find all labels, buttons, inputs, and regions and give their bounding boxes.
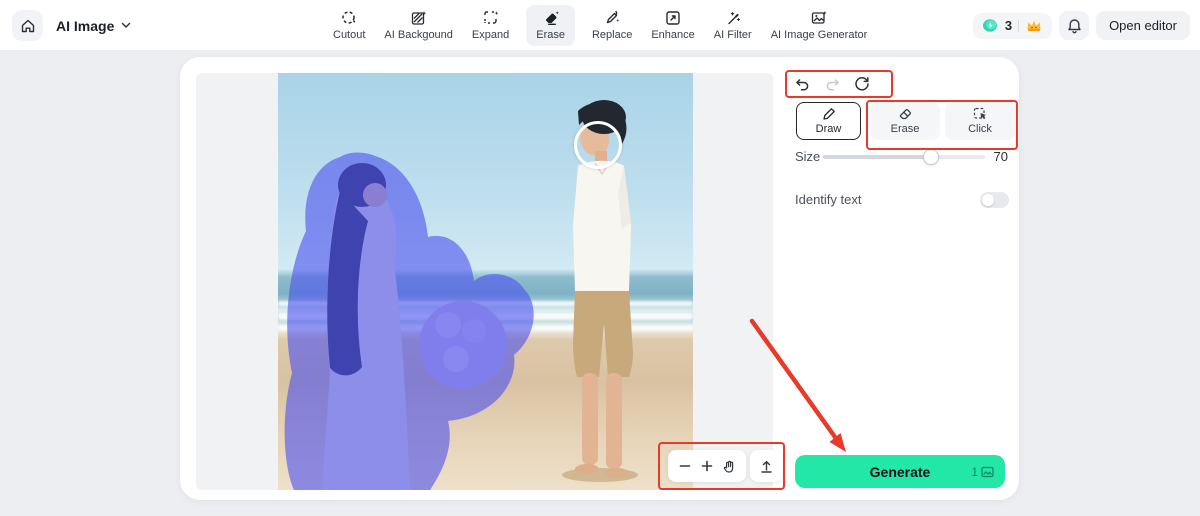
erase-icon [543, 10, 559, 26]
tab-label: Erase [536, 29, 565, 41]
chevron-down-icon [121, 22, 131, 29]
bell-icon [1067, 18, 1082, 34]
upload-icon [759, 459, 774, 474]
tab-ai-filter[interactable]: AI Filter [712, 5, 754, 46]
reset-button[interactable] [853, 75, 871, 93]
brush-cursor-circle [574, 121, 622, 169]
reset-icon [854, 76, 870, 92]
cutout-icon [341, 10, 357, 26]
redo-button[interactable] [823, 75, 841, 93]
slider-fill [823, 155, 931, 159]
brush-size-slider[interactable] [823, 149, 985, 165]
tab-ai-image-generator[interactable]: AI Image Generator [769, 5, 870, 46]
open-editor-button[interactable]: Open editor [1096, 11, 1190, 40]
coin-icon [982, 18, 999, 33]
brand-label: AI Image [56, 17, 115, 34]
slider-handle[interactable] [923, 149, 939, 165]
enhance-icon [665, 10, 681, 26]
pan-hand-icon [722, 459, 736, 474]
home-button[interactable] [12, 10, 43, 41]
zoom-out-icon [678, 459, 692, 473]
ai-image-generator-icon [811, 10, 827, 26]
crown-icon [1025, 18, 1043, 33]
tab-enhance[interactable]: Enhance [649, 5, 696, 46]
eraser-icon [898, 107, 913, 121]
canvas-zoom-controls [668, 450, 746, 482]
tools-toolbar: Cutout AI Backgound Expand Erase Replace… [331, 0, 869, 51]
image-canvas[interactable] [196, 73, 773, 490]
tab-erase[interactable]: Erase [526, 5, 575, 46]
credits-pill[interactable]: 3 [972, 12, 1053, 39]
identify-text-toggle[interactable] [980, 192, 1009, 208]
tab-ai-background[interactable]: AI Backgound [382, 5, 455, 46]
tab-label: Enhance [651, 29, 695, 41]
tab-label: Replace [591, 29, 633, 41]
mode-click-button[interactable]: Click [945, 102, 1015, 140]
home-icon [20, 18, 36, 34]
app-screen: AI Image Cutout AI Backgound Expand Eras… [0, 0, 1200, 516]
tab-label: Cutout [333, 29, 366, 41]
mode-draw-button[interactable]: Draw [796, 102, 861, 140]
tab-label: AI Filter [713, 29, 752, 41]
zoom-in-icon [700, 459, 714, 473]
mode-label: Erase [890, 123, 920, 135]
tab-cutout[interactable]: Cutout [331, 5, 367, 46]
brush-icon [822, 107, 836, 121]
tab-label: Expand [471, 29, 510, 41]
ai-filter-icon [725, 10, 741, 26]
expand-icon [483, 10, 499, 26]
size-value: 70 [993, 149, 1008, 164]
pan-tool-button[interactable] [718, 454, 740, 478]
replace-icon [604, 10, 620, 26]
click-select-icon [973, 107, 988, 121]
photo-beach-couple [278, 73, 693, 490]
undo-icon [794, 77, 811, 91]
ai-background-icon [411, 10, 427, 26]
upload-image-button[interactable] [750, 450, 782, 482]
size-label: Size [795, 149, 821, 164]
zoom-in-button[interactable] [696, 454, 718, 478]
ai-image-menu[interactable]: AI Image [56, 0, 131, 51]
credits-count: 3 [1004, 18, 1013, 33]
mode-label: Draw [815, 123, 842, 135]
identify-text-label: Identify text [795, 192, 862, 207]
redo-icon [824, 77, 841, 91]
notifications-button[interactable] [1059, 11, 1090, 40]
history-controls [793, 75, 871, 93]
editor-card: Draw Erase Click Size 70 Identify text G… [180, 57, 1019, 500]
photo-figures [284, 100, 638, 490]
generate-cost: 1 [971, 455, 994, 488]
divider [1018, 19, 1020, 32]
tab-label: AI Backgound [384, 29, 453, 41]
credit-image-icon [981, 466, 994, 478]
undo-button[interactable] [793, 75, 811, 93]
erase-mask-region [284, 152, 534, 490]
tab-expand[interactable]: Expand [470, 5, 511, 46]
tab-replace[interactable]: Replace [590, 5, 634, 46]
top-bar: AI Image Cutout AI Backgound Expand Eras… [0, 0, 1200, 51]
topbar-right-cluster: 3 Open editor [972, 0, 1190, 51]
generate-cost-value: 1 [971, 464, 978, 479]
toggle-knob [982, 194, 994, 206]
mode-erase-button[interactable]: Erase [870, 102, 940, 140]
tab-label: AI Image Generator [770, 29, 868, 41]
zoom-out-button[interactable] [674, 454, 696, 478]
mode-label: Click [968, 123, 992, 135]
generate-button[interactable]: Generate 1 [795, 455, 1005, 488]
